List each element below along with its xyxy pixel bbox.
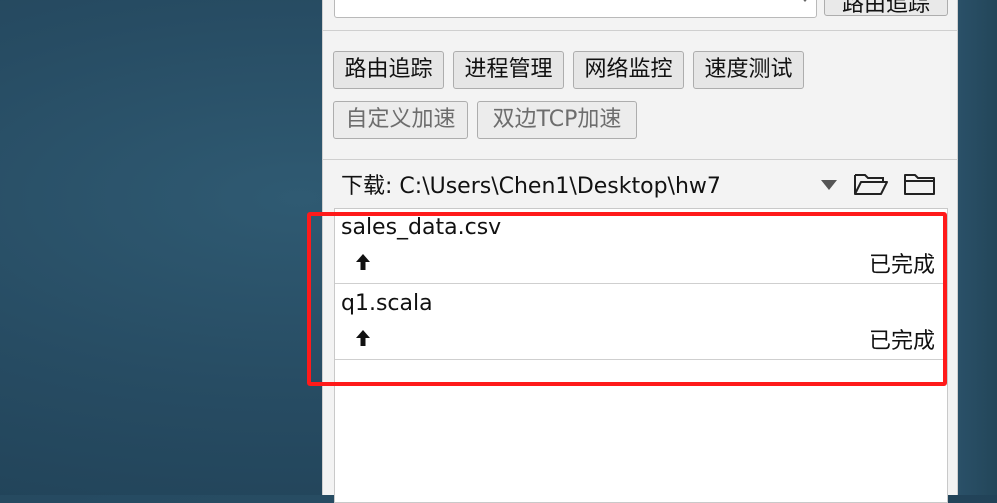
status-text: 已完成 (868, 329, 935, 354)
download-label: 下载: (341, 174, 393, 199)
process-manager-button[interactable]: 进程管理 (453, 51, 564, 89)
folder-icon[interactable] (903, 170, 937, 198)
top-trace-button[interactable]: 路由追踪 (824, 0, 948, 16)
divider (323, 159, 957, 160)
chevron-down-icon[interactable] (800, 0, 810, 2)
file-name: sales_data.csv (341, 215, 502, 240)
dual-tcp-acceleration-button[interactable]: 双边TCP加速 (477, 101, 637, 139)
download-path-label: 下载: C:\Users\Chen1\Desktop\hw7 (341, 168, 721, 200)
dropdown-arrow-icon[interactable] (821, 180, 837, 190)
target-input[interactable] (334, 0, 817, 18)
list-item[interactable]: q1.scala 已完成 (335, 285, 947, 360)
download-path: C:\Users\Chen1\Desktop\hw7 (399, 174, 721, 199)
upload-arrow-icon (356, 254, 370, 270)
status-text: 已完成 (868, 253, 935, 278)
network-monitor-button[interactable]: 网络监控 (573, 51, 684, 89)
open-folder-icon[interactable] (853, 170, 889, 198)
list-item[interactable]: sales_data.csv 已完成 (335, 209, 947, 284)
speed-test-button[interactable]: 速度测试 (693, 51, 804, 89)
divider (323, 30, 957, 31)
route-trace-button[interactable]: 路由追踪 (333, 51, 444, 89)
tool-panel: 路由追踪 路由追踪 进程管理 网络监控 速度测试 自定义加速 双边TCP加速 下… (322, 0, 958, 503)
upload-arrow-icon (356, 330, 370, 346)
file-name: q1.scala (341, 291, 433, 316)
desktop-background-right (958, 0, 997, 495)
transfer-list: sales_data.csv 已完成 q1.scala 已完成 (334, 208, 948, 503)
custom-acceleration-button[interactable]: 自定义加速 (333, 101, 468, 139)
